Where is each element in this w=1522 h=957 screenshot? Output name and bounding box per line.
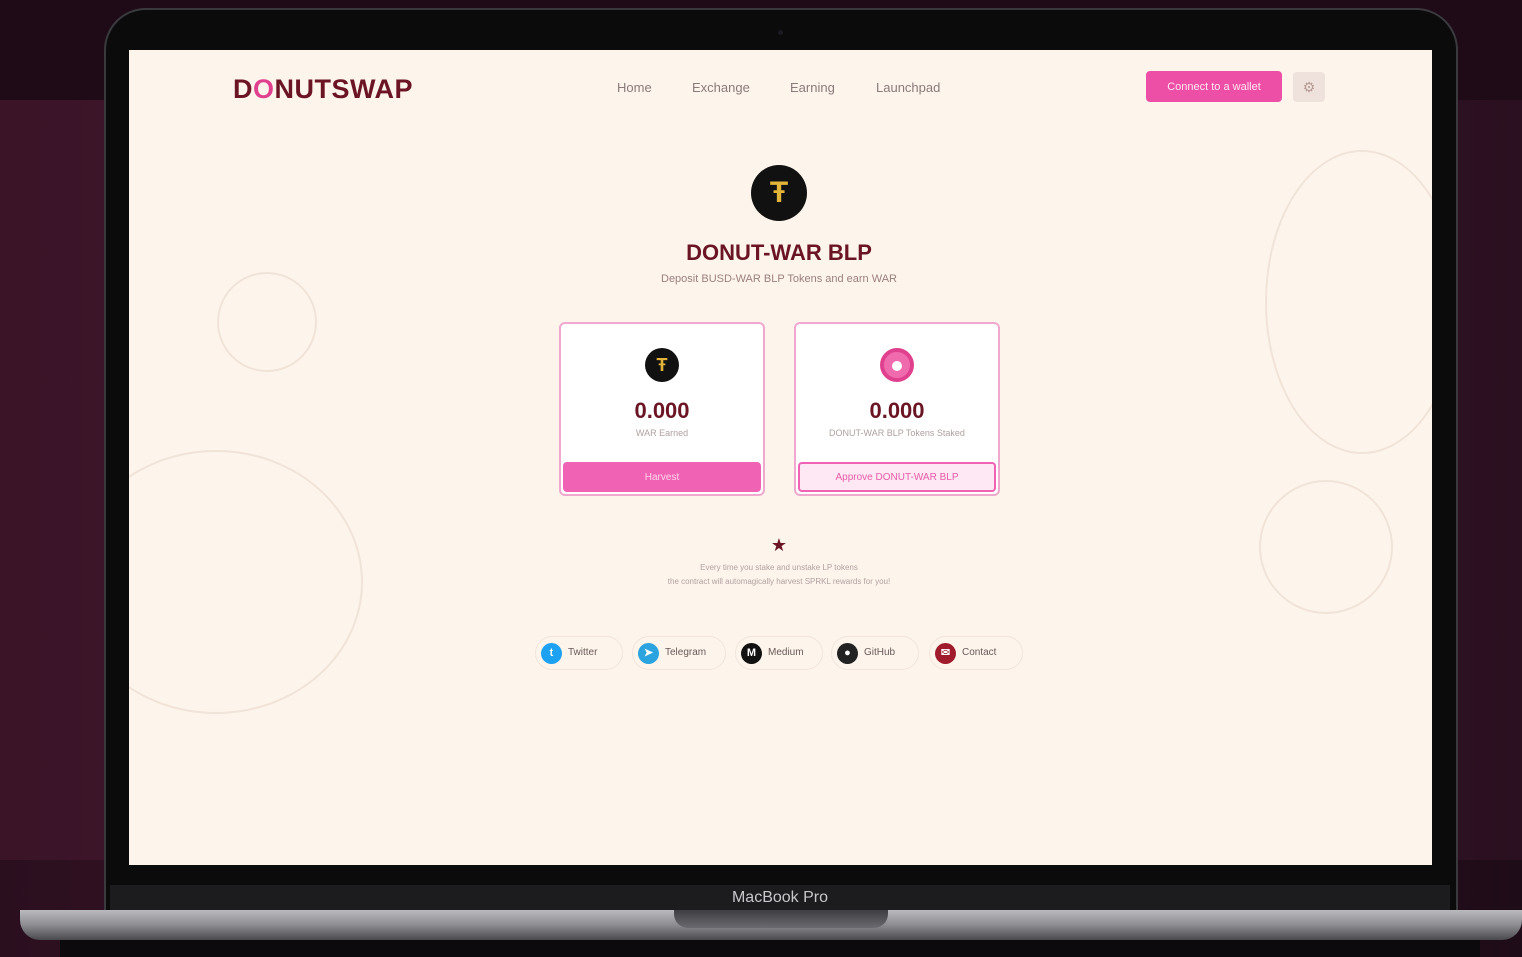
social-github-label: GitHub [864, 647, 896, 658]
github-icon: ● [837, 643, 858, 664]
nav-launchpad[interactable]: Launchpad [876, 80, 940, 95]
page-subtitle: Deposit BUSD-WAR BLP Tokens and earn WAR [661, 273, 897, 285]
nav-exchange[interactable]: Exchange [692, 80, 750, 95]
twitter-icon: t [541, 643, 562, 664]
social-contact[interactable]: ✉ Contact [929, 636, 1023, 670]
laptop-hinge-notch [674, 910, 888, 928]
harvest-button[interactable]: Harvest [563, 462, 761, 492]
approve-button[interactable]: Approve DONUT-WAR BLP [798, 462, 996, 492]
device-model-label: MacBook Pro [731, 889, 829, 906]
contact-icon: ✉ [935, 643, 956, 664]
page-title: DONUT-WAR BLP [686, 240, 872, 265]
staked-value: 0.000 [869, 398, 925, 423]
social-github[interactable]: ● GitHub [831, 636, 919, 670]
nav-home[interactable]: Home [617, 80, 652, 95]
connect-wallet-button[interactable]: Connect to a wallet [1146, 71, 1282, 102]
war-token-icon: Ŧ [751, 165, 807, 221]
donut-decoration-left-small [217, 272, 317, 372]
social-medium[interactable]: M Medium [735, 636, 823, 670]
logo[interactable]: DONUTSWAP [233, 74, 413, 105]
note-line-2: the contract will automagically harvest … [667, 577, 891, 586]
staked-label: DONUT-WAR BLP Tokens Staked [829, 428, 965, 438]
social-telegram[interactable]: ➤ Telegram [632, 636, 726, 670]
logo-letter-d: D [233, 74, 253, 104]
telegram-icon: ➤ [638, 643, 659, 664]
social-twitter[interactable]: t Twitter [535, 636, 623, 670]
donut-decoration-right-small [1259, 480, 1393, 614]
social-telegram-label: Telegram [665, 647, 707, 658]
donut-decoration-right-large [1265, 150, 1432, 454]
gear-icon: ⚙ [1302, 79, 1316, 95]
medium-icon: M [741, 643, 762, 664]
webcam [778, 30, 783, 35]
social-contact-label: Contact [962, 647, 997, 658]
donut-icon [880, 348, 914, 382]
social-twitter-label: Twitter [568, 647, 598, 658]
laptop-screen: DONUTSWAP Home Exchange Earning Launchpa… [129, 50, 1432, 865]
social-medium-label: Medium [768, 647, 804, 658]
laptop-shadow [60, 940, 1480, 957]
staked-card: 0.000 DONUT-WAR BLP Tokens Staked Approv… [794, 322, 1000, 496]
star-icon: ★ [770, 535, 788, 555]
logo-text-rest: NUTSWAP [274, 74, 414, 104]
donut-logo-icon: O [253, 74, 275, 104]
earned-card: Ŧ 0.000 WAR Earned Harvest [559, 322, 765, 496]
war-token-icon: Ŧ [645, 348, 679, 382]
nav-earning[interactable]: Earning [790, 80, 835, 95]
settings-button[interactable]: ⚙ [1293, 72, 1325, 102]
earned-value: 0.000 [634, 398, 690, 423]
donut-decoration-left-large [129, 450, 363, 714]
earned-label: WAR Earned [635, 428, 689, 438]
note-line-1: Every time you stake and unstake LP toke… [700, 563, 858, 572]
